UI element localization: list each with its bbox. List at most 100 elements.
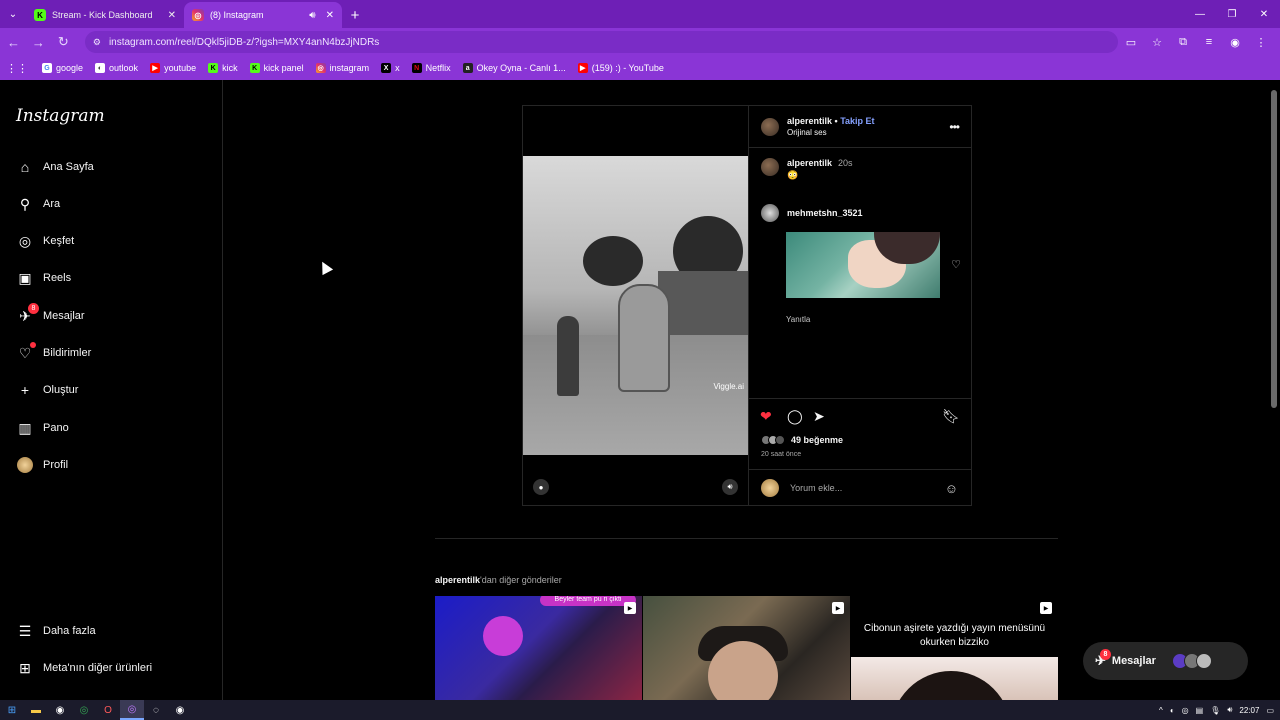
- notification-dot: [30, 342, 36, 348]
- bookmark-youtube-video[interactable]: ▶ (159) :) - YouTube: [577, 63, 664, 73]
- viggle-watermark: Viggle.ai: [713, 382, 744, 391]
- liked-heart-icon[interactable]: ❤: [760, 408, 772, 425]
- close-icon[interactable]: ✕: [326, 10, 334, 21]
- sidebar-item-profile[interactable]: Profil: [16, 453, 68, 477]
- speaker-icon[interactable]: 🔊︎: [309, 10, 315, 21]
- media-control-icon[interactable]: ≡: [1196, 30, 1222, 54]
- avatar[interactable]: [761, 117, 779, 136]
- menu-kebab-icon[interactable]: ⋮: [1248, 30, 1274, 54]
- sidebar-item-reels[interactable]: ▣ Reels: [16, 266, 71, 290]
- sidebar-item-notifications[interactable]: ♡ Bildirimler: [16, 341, 91, 365]
- bookmark-netflix[interactable]: N Netflix: [411, 63, 451, 73]
- chrome-active-icon[interactable]: ◎: [120, 700, 144, 720]
- bookmark-okey[interactable]: a Okey Oyna - Canlı 1...: [462, 63, 566, 73]
- instagram-icon: ◎: [192, 9, 204, 21]
- comment-input[interactable]: Yorum ekle... ☺: [749, 469, 972, 506]
- post-username[interactable]: alperentilk: [787, 116, 832, 126]
- more-post-thumbnail[interactable]: Beyler team pu ri çikti ▶: [435, 596, 642, 700]
- bookmark-outlook[interactable]: ◐ outlook: [95, 63, 138, 73]
- forward-icon[interactable]: →: [27, 30, 50, 54]
- follow-button[interactable]: Takip Et: [840, 116, 874, 126]
- outlook-icon: ◐: [95, 63, 106, 73]
- sidebar-item-explore[interactable]: ◎ Keşfet: [16, 229, 74, 253]
- sidebar-item-dashboard[interactable]: ▥ Pano: [16, 416, 68, 440]
- avatar[interactable]: [761, 158, 779, 176]
- back-icon[interactable]: ←: [2, 30, 25, 54]
- bookmark-x[interactable]: Xx: [381, 63, 400, 73]
- chrome-icon[interactable]: ◎: [72, 700, 96, 720]
- page-scrollbar[interactable]: [1268, 80, 1280, 700]
- bookmark-star-icon[interactable]: ☆: [1144, 30, 1170, 54]
- comment-username[interactable]: mehmetshn_3521: [787, 204, 863, 222]
- kick-icon: K: [208, 63, 219, 73]
- tray-app-icon[interactable]: ◐: [1170, 706, 1175, 715]
- like-count[interactable]: 49 beğenme: [761, 435, 843, 445]
- more-options-icon[interactable]: •••: [949, 120, 960, 134]
- windows-start-icon[interactable]: ⊞: [0, 700, 24, 720]
- opera-icon[interactable]: O: [96, 700, 120, 720]
- clock[interactable]: 22:07: [1239, 706, 1259, 715]
- sidebar-item-create[interactable]: + Oluştur: [16, 378, 79, 402]
- url-bar[interactable]: ⚙ instagram.com/reel/DQkl5jiDB-z/?igsh=M…: [84, 31, 1118, 53]
- mouse-cursor-icon: [316, 258, 334, 276]
- reload-icon[interactable]: ↻: [52, 30, 75, 54]
- new-tab-button[interactable]: +: [342, 2, 368, 28]
- minimize-icon[interactable]: —: [1184, 0, 1216, 28]
- extensions-icon[interactable]: ⧉: [1170, 30, 1196, 54]
- sidebar-item-meta-products[interactable]: ⊞ Meta'nın diğer ürünleri: [16, 656, 152, 680]
- sidebar-item-more[interactable]: ☰ Daha fazla: [16, 619, 96, 643]
- instagram-sidebar: Instagram ⌂ Ana Sayfa ⚲ Ara ◎ Keşfet ▣ Reels…: [0, 80, 223, 700]
- sidebar-item-home[interactable]: ⌂ Ana Sayfa: [16, 155, 94, 179]
- file-explorer-icon[interactable]: ▬: [24, 700, 48, 720]
- comment-like-icon[interactable]: ♡: [951, 258, 961, 271]
- audio-label[interactable]: Orijinal ses: [787, 127, 875, 139]
- instagram-icon: ◎: [315, 63, 326, 73]
- caption-username[interactable]: alperentilk: [787, 158, 832, 168]
- close-window-icon[interactable]: ✕: [1248, 0, 1280, 28]
- floating-messages-button[interactable]: ✈ 8 Mesajlar: [1083, 642, 1248, 680]
- notifications-icon[interactable]: ▭: [1266, 706, 1274, 715]
- comment-icon[interactable]: ◯: [787, 408, 803, 425]
- more-post-thumbnail[interactable]: Cibonun aşirete yazdığı yayın menüsünü o…: [851, 596, 1058, 700]
- netflix-icon: N: [411, 63, 422, 73]
- steam-icon[interactable]: ◉: [168, 700, 192, 720]
- tab-instagram[interactable]: ◎ (8) Instagram 🔊︎ ✕: [184, 2, 342, 28]
- tray-app-icon[interactable]: ◎: [1182, 706, 1189, 715]
- avatar[interactable]: [761, 204, 779, 222]
- restore-icon[interactable]: ❐: [1216, 0, 1248, 28]
- bookmark-google[interactable]: Ggoogle: [42, 63, 83, 73]
- unread-badge: 8: [28, 303, 39, 314]
- google-icon: G: [42, 63, 52, 73]
- profile-icon[interactable]: ◉: [1222, 30, 1248, 54]
- more-post-thumbnail[interactable]: ▶: [643, 596, 850, 700]
- tab-title: Stream - Kick Dashboard: [52, 10, 153, 20]
- close-icon[interactable]: ✕: [168, 10, 176, 21]
- instagram-logo[interactable]: Instagram: [16, 106, 105, 126]
- sidebar-item-messages[interactable]: ✈ 8 Mesajlar: [16, 303, 85, 328]
- apps-grid-icon[interactable]: ⋮⋮: [6, 62, 28, 75]
- save-icon[interactable]: 🔖︎: [942, 408, 960, 425]
- volume-icon[interactable]: 🔊︎: [1227, 705, 1232, 715]
- bookmark-youtube[interactable]: ▶ youtube: [150, 63, 196, 73]
- sidebar-item-search[interactable]: ⚲ Ara: [16, 192, 60, 216]
- obs-icon[interactable]: ◌: [144, 700, 168, 720]
- emoji-icon[interactable]: ☺: [945, 481, 958, 496]
- home-icon: ⌂: [20, 159, 30, 175]
- microphone-icon[interactable]: 🎙︎: [1210, 706, 1220, 715]
- user-tag-icon[interactable]: ●: [533, 479, 549, 495]
- reel-video[interactable]: Viggle.ai ● 🔊︎: [523, 106, 748, 505]
- search-icon: ⚲: [19, 195, 31, 212]
- network-icon[interactable]: ▤: [1196, 706, 1204, 715]
- tab-kick-dashboard[interactable]: K Stream - Kick Dashboard ✕: [26, 2, 184, 28]
- bookmark-kick-panel[interactable]: Kkick panel: [249, 63, 304, 73]
- bookmark-kick[interactable]: Kkick: [208, 63, 238, 73]
- steam-icon[interactable]: ◉: [48, 700, 72, 720]
- volume-icon[interactable]: 🔊︎: [722, 479, 738, 495]
- site-info-icon[interactable]: ⚙: [93, 37, 101, 48]
- bookmark-instagram[interactable]: ◎ instagram: [315, 63, 369, 73]
- cast-icon[interactable]: ▭: [1118, 30, 1144, 54]
- tab-search-dropdown-icon[interactable]: ⌄: [0, 0, 26, 28]
- reply-button[interactable]: Yanıtla: [786, 315, 810, 324]
- share-icon[interactable]: ➤: [813, 408, 825, 425]
- chevron-up-icon[interactable]: ^: [1159, 706, 1163, 715]
